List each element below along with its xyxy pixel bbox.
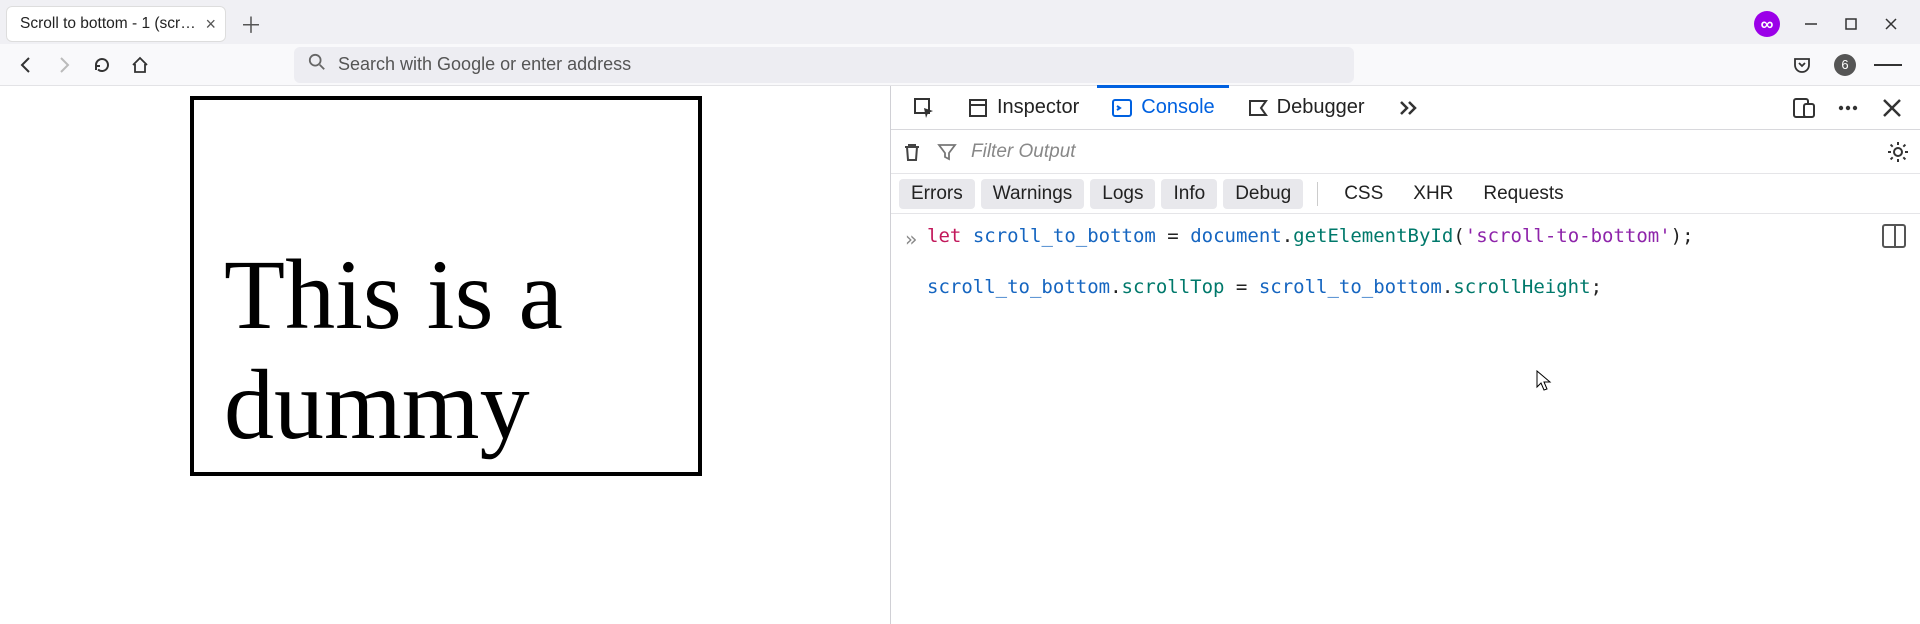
nav-toolbar: Search with Google or enter address 6 <box>0 44 1920 86</box>
close-tab-icon[interactable]: × <box>205 14 216 35</box>
split-editor-icon[interactable] <box>1882 224 1906 248</box>
scroll-demo-box: This is a dummy <box>190 96 702 476</box>
console-code[interactable]: let scroll_to_bottom = document.getEleme… <box>927 224 1694 301</box>
cat-errors[interactable]: Errors <box>899 179 975 209</box>
inspector-icon <box>967 97 989 119</box>
devtools-tabs: Inspector Console Debugger <box>891 86 1920 130</box>
tab-title: Scroll to bottom - 1 (scrollTop and <box>20 15 197 33</box>
debugger-icon <box>1247 97 1269 119</box>
tab-strip: Scroll to bottom - 1 (scrollTop and × ＋ … <box>0 0 1920 44</box>
cat-css[interactable]: CSS <box>1332 179 1395 209</box>
devtools-panel: Inspector Console Debugger <box>890 86 1920 624</box>
clear-console-icon[interactable] <box>901 141 923 163</box>
responsive-mode-icon[interactable] <box>1792 96 1816 120</box>
cat-requests[interactable]: Requests <box>1471 179 1575 209</box>
cat-logs[interactable]: Logs <box>1090 179 1155 209</box>
account-badge-icon[interactable]: ∞ <box>1754 11 1780 37</box>
cat-debug[interactable]: Debug <box>1223 179 1303 209</box>
tab-inspector[interactable]: Inspector <box>953 86 1093 129</box>
notification-count-badge[interactable]: 6 <box>1834 54 1856 76</box>
chevron-double-right-icon <box>1397 97 1419 119</box>
console-settings-icon[interactable] <box>1886 140 1910 164</box>
home-button[interactable] <box>126 51 154 79</box>
tab-console[interactable]: Console <box>1097 86 1228 129</box>
cat-info[interactable]: Info <box>1161 179 1217 209</box>
close-window-button[interactable] <box>1882 15 1900 33</box>
address-bar[interactable]: Search with Google or enter address <box>294 47 1354 83</box>
tab-console-label: Console <box>1141 96 1214 119</box>
tab-debugger[interactable]: Debugger <box>1233 86 1379 129</box>
main-split: This is a dummy Inspector Con <box>0 86 1920 624</box>
search-icon <box>308 53 326 76</box>
window-controls: ∞ <box>1754 11 1914 37</box>
devtools-menu-icon[interactable] <box>1836 96 1860 120</box>
app-menu-button[interactable] <box>1874 51 1902 79</box>
address-bar-placeholder: Search with Google or enter address <box>338 54 631 75</box>
back-button[interactable] <box>12 51 40 79</box>
new-tab-button[interactable]: ＋ <box>240 8 262 40</box>
minimize-button[interactable] <box>1802 15 1820 33</box>
category-separator <box>1317 182 1318 206</box>
toolbar-right-icons: 6 <box>1788 51 1908 79</box>
tab-debugger-label: Debugger <box>1277 96 1365 119</box>
prompt-chevron-icon: » <box>905 224 917 253</box>
forward-button[interactable] <box>50 51 78 79</box>
filter-output-input[interactable] <box>971 141 1872 163</box>
cat-warnings[interactable]: Warnings <box>981 179 1085 209</box>
console-categories: Errors Warnings Logs Info Debug CSS XHR … <box>891 174 1920 214</box>
page-viewport: This is a dummy <box>0 86 890 624</box>
reload-button[interactable] <box>88 51 116 79</box>
tab-inspector-label: Inspector <box>997 96 1079 119</box>
cat-xhr[interactable]: XHR <box>1401 179 1465 209</box>
scroll-demo-scrollable[interactable]: This is a dummy <box>194 100 698 472</box>
demo-text: This is a dummy <box>194 100 698 472</box>
close-devtools-icon[interactable] <box>1880 96 1904 120</box>
pick-element-button[interactable] <box>899 86 949 129</box>
tab-overflow[interactable] <box>1383 86 1433 129</box>
maximize-button[interactable] <box>1842 15 1860 33</box>
console-icon <box>1111 97 1133 119</box>
filter-icon <box>937 142 957 162</box>
pocket-icon[interactable] <box>1788 51 1816 79</box>
console-filter-row <box>891 130 1920 174</box>
console-input-row: » let scroll_to_bottom = document.getEle… <box>905 224 1906 301</box>
browser-tab[interactable]: Scroll to bottom - 1 (scrollTop and × <box>6 6 226 42</box>
inspect-cursor-icon <box>913 97 935 119</box>
console-output[interactable]: » let scroll_to_bottom = document.getEle… <box>891 214 1920 624</box>
